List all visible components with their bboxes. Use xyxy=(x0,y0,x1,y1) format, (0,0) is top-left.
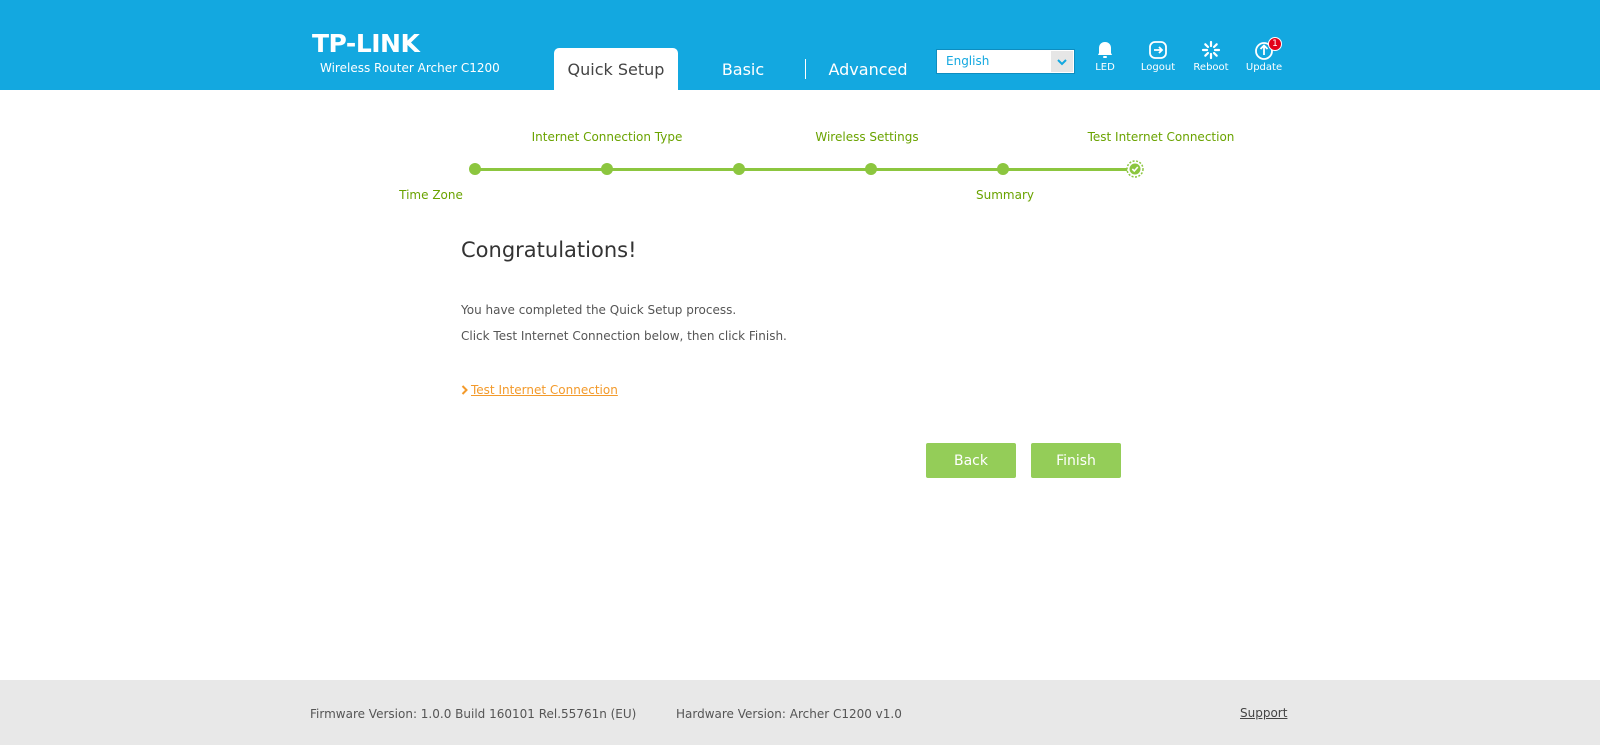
step-label-summary: Summary xyxy=(976,188,1034,202)
reboot-label: Reboot xyxy=(1193,62,1229,73)
logout-button[interactable]: Logout xyxy=(1135,40,1181,76)
test-link-label: Test Internet Connection xyxy=(471,383,618,397)
support-link[interactable]: Support xyxy=(1240,706,1287,720)
logo-text: TP-LINK xyxy=(312,28,420,58)
update-button[interactable]: 1 Update xyxy=(1241,37,1287,76)
back-button[interactable]: Back xyxy=(926,443,1016,478)
wizard-progress-track xyxy=(475,168,1136,171)
led-button[interactable]: LED xyxy=(1082,40,1128,76)
router-model-subtitle: Wireless Router Archer C1200 xyxy=(320,61,500,75)
tp-link-logo: TP-LINK xyxy=(312,28,420,58)
step-label-time-zone: Time Zone xyxy=(399,188,463,202)
step-complete-check-icon xyxy=(1126,160,1144,178)
page-title: Congratulations! xyxy=(461,238,637,262)
step-label-wireless-settings: Wireless Settings xyxy=(815,130,919,144)
step-dot-internet-connection-type xyxy=(601,163,613,175)
chevron-down-icon[interactable] xyxy=(1051,51,1073,72)
reboot-button[interactable]: Reboot xyxy=(1188,40,1234,76)
step-dot-3 xyxy=(733,163,745,175)
language-value: English xyxy=(946,54,990,68)
step-dot-time-zone xyxy=(469,163,481,175)
top-header: TP-LINK Wireless Router Archer C1200 Qui… xyxy=(0,0,1600,90)
reboot-icon xyxy=(1201,40,1221,60)
logout-label: Logout xyxy=(1140,62,1176,73)
update-label: Update xyxy=(1245,62,1283,73)
language-select[interactable]: English xyxy=(936,49,1075,74)
tab-quick-setup[interactable]: Quick Setup xyxy=(554,48,678,90)
hardware-version: Hardware Version: Archer C1200 v1.0 xyxy=(676,707,902,721)
finish-button[interactable]: Finish xyxy=(1031,443,1121,478)
test-internet-connection-link[interactable]: Test Internet Connection xyxy=(461,383,618,397)
completion-message: You have completed the Quick Setup proce… xyxy=(461,303,737,317)
step-dot-summary xyxy=(997,163,1009,175)
led-icon xyxy=(1098,42,1112,58)
tab-divider xyxy=(805,59,806,79)
firmware-version: Firmware Version: 1.0.0 Build 160101 Rel… xyxy=(310,707,637,721)
update-count-badge: 1 xyxy=(1268,37,1282,51)
led-label: LED xyxy=(1095,62,1115,73)
tab-basic[interactable]: Basic xyxy=(700,48,786,90)
step-dot-wireless-settings xyxy=(865,163,877,175)
step-label-internet-connection-type: Internet Connection Type xyxy=(531,130,683,144)
logout-icon xyxy=(1149,41,1167,59)
tab-advanced[interactable]: Advanced xyxy=(818,48,918,90)
chevron-right-icon xyxy=(461,385,468,395)
step-label-test-internet-connection: Test Internet Connection xyxy=(1087,130,1235,144)
instruction-message: Click Test Internet Connection below, th… xyxy=(461,329,787,343)
